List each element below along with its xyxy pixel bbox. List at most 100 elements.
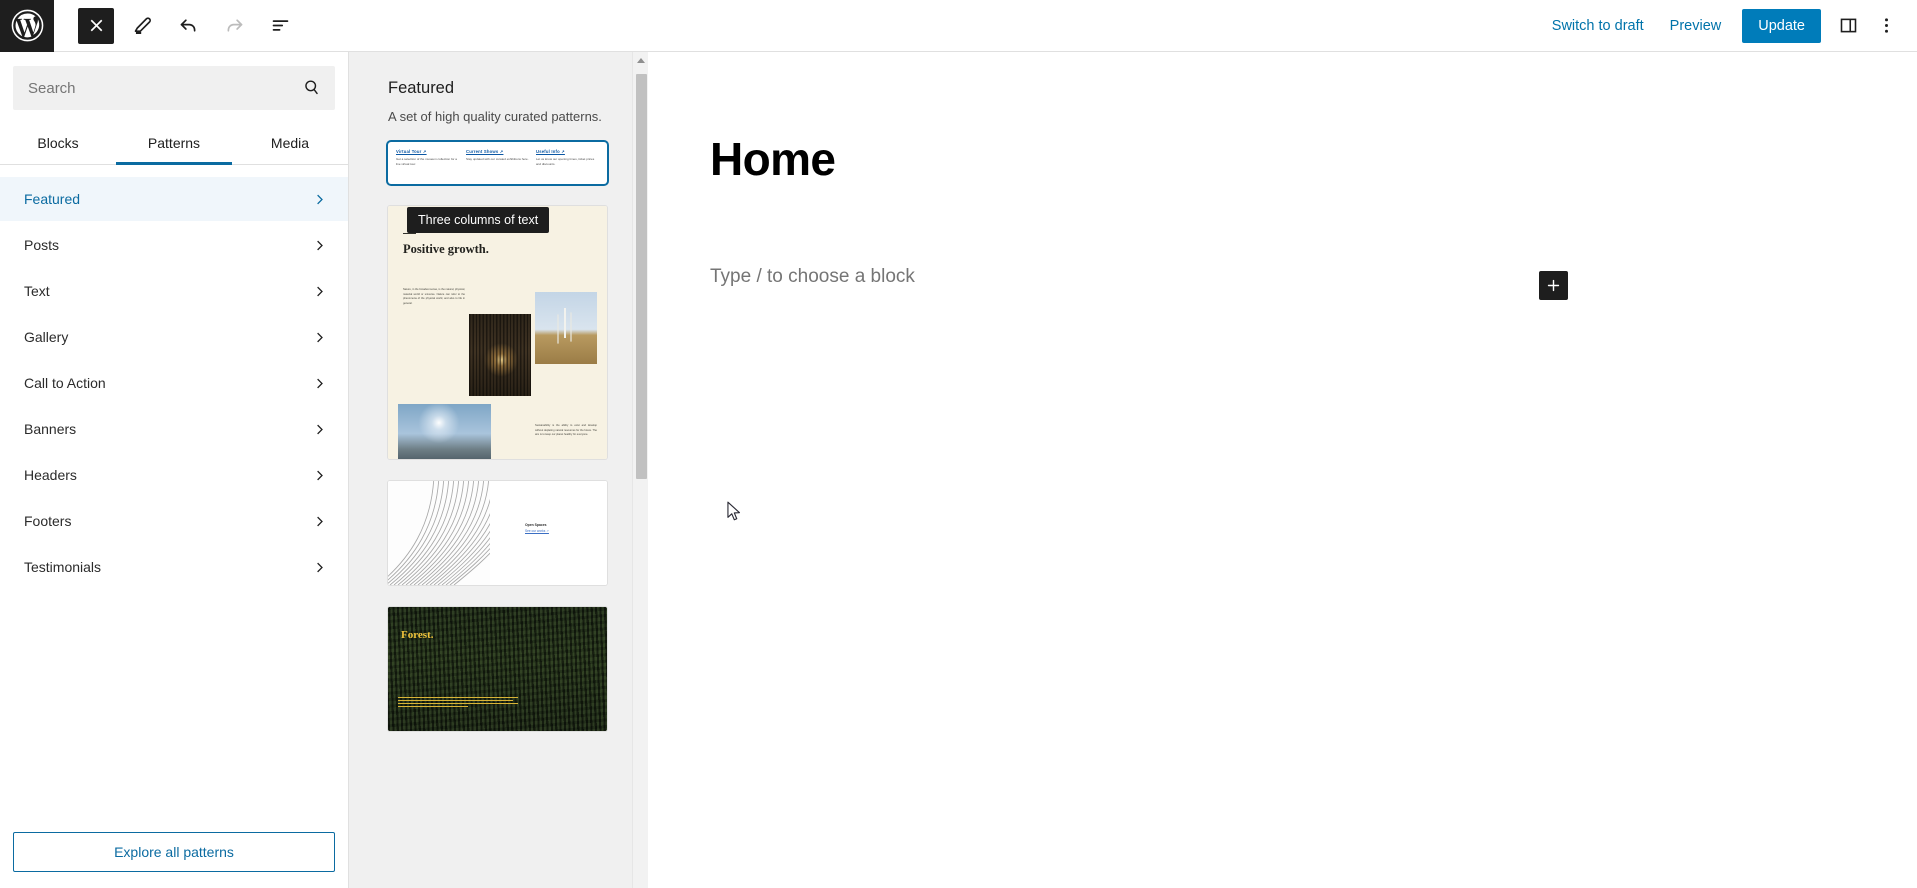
pattern-column-link: Virtual Tour ↗ (396, 149, 427, 154)
redo-button[interactable] (216, 8, 252, 44)
empty-block-placeholder[interactable]: Type / to choose a block (710, 266, 915, 288)
category-label: Banners (24, 421, 77, 437)
search-section (0, 52, 348, 110)
sidebar-toggle-icon (1840, 18, 1856, 33)
category-item-footers[interactable]: Footers (0, 499, 348, 543)
undo-icon (180, 19, 195, 32)
list-view-icon (272, 20, 288, 31)
pattern-image-abstract-curves (388, 481, 490, 585)
pattern-link: See our works ↗ (525, 529, 549, 533)
chevron-right-icon (317, 286, 323, 296)
category-item-featured[interactable]: Featured (0, 177, 348, 221)
pattern-heading: Forest. (401, 629, 434, 641)
chevron-right-icon (317, 470, 323, 480)
pattern-image-coastline (398, 404, 491, 459)
category-label: Footers (24, 513, 72, 529)
plus-icon (1547, 279, 1560, 292)
category-item-gallery[interactable]: Gallery (0, 315, 348, 359)
pattern-category-list: Featured Posts Text Gallery Call to Acti… (0, 165, 348, 820)
preview-panel-title: Featured (388, 79, 455, 97)
category-label: Text (24, 283, 50, 299)
editor-top-bar: Switch to draft Preview Update (0, 0, 1917, 52)
pattern-column: Useful Info ↗ Let us know our opening ti… (536, 149, 599, 177)
pattern-tooltip: Three columns of text (407, 207, 550, 233)
category-label: Posts (24, 237, 60, 253)
chevron-right-icon (317, 194, 323, 204)
category-label: Featured (24, 191, 81, 207)
category-label: Gallery (24, 329, 69, 345)
editor-toolbar (78, 7, 298, 44)
category-item-testimonials[interactable]: Testimonials (0, 545, 348, 589)
preview-panel-description: A set of high quality curated patterns. (388, 109, 602, 124)
pattern-card-abstract-curves-text[interactable]: Open Spaces See our works ↗ (388, 481, 607, 585)
pattern-paragraph: Nature, in the broadest sense, is the na… (403, 288, 465, 305)
add-block-button[interactable] (1539, 271, 1568, 300)
more-options-button[interactable] (1867, 7, 1905, 45)
explore-section: Explore all patterns (0, 820, 348, 888)
category-item-text[interactable]: Text (0, 269, 348, 313)
list-view-button[interactable] (262, 8, 298, 44)
close-icon (90, 19, 102, 32)
pattern-column: Current Shows ↗ Stay updated with our cu… (466, 149, 529, 177)
chevron-right-icon (317, 516, 323, 526)
pattern-card-forest-cover[interactable]: Forest. (388, 607, 607, 731)
edit-mode-button[interactable] (124, 8, 160, 44)
chevron-right-icon (317, 240, 323, 250)
pattern-card-three-columns-of-text[interactable]: Virtual Tour ↗ Get a selection of the mu… (388, 142, 607, 184)
update-button[interactable]: Update (1742, 8, 1821, 43)
pattern-text-lines (398, 697, 518, 709)
pattern-side-text: Open Spaces See our works ↗ (490, 481, 607, 585)
tab-patterns[interactable]: Patterns (116, 123, 232, 165)
pattern-column-link: Current Shows ↗ (466, 149, 504, 154)
pattern-divider (403, 233, 416, 235)
inserter-tabs: Blocks Patterns Media (0, 123, 348, 165)
wordpress-logo-icon (11, 9, 43, 42)
category-item-call-to-action[interactable]: Call to Action (0, 361, 348, 405)
pattern-image-forest (469, 314, 531, 396)
category-item-banners[interactable]: Banners (0, 407, 348, 451)
search-icon (305, 80, 318, 95)
undo-button[interactable] (170, 8, 206, 44)
tab-blocks[interactable]: Blocks (0, 123, 116, 164)
pattern-preview-panel: Featured A set of high quality curated p… (349, 52, 648, 888)
mouse-cursor (727, 501, 741, 521)
scrollbar-thumb[interactable] (636, 74, 647, 479)
category-label: Testimonials (24, 559, 102, 575)
redo-icon (227, 19, 242, 32)
tab-media[interactable]: Media (232, 123, 348, 164)
editor-canvas[interactable]: Home Type / to choose a block (648, 52, 1917, 888)
explore-all-patterns-button[interactable]: Explore all patterns (13, 832, 335, 872)
settings-sidebar-toggle-button[interactable] (1829, 7, 1867, 45)
pattern-column-text: Stay updated with our curated exhibition… (466, 157, 529, 161)
pattern-heading: Open Spaces (525, 523, 547, 527)
chevron-right-icon (317, 332, 323, 342)
pattern-column-text: Let us know our opening times, ticket pr… (536, 157, 595, 166)
chevron-right-icon (317, 562, 323, 572)
search-box[interactable] (13, 66, 335, 110)
category-label: Call to Action (24, 375, 106, 391)
pattern-column-text: Get a selection of the museum collection… (396, 157, 457, 166)
pattern-paragraph-secondary: Sustainability is the ability to exist a… (535, 424, 597, 437)
category-item-headers[interactable]: Headers (0, 453, 348, 497)
category-label: Headers (24, 467, 77, 483)
more-options-icon (1884, 18, 1888, 33)
preview-button[interactable]: Preview (1657, 10, 1735, 42)
chevron-right-icon (317, 424, 323, 434)
pattern-column-link: Useful Info ↗ (536, 149, 565, 154)
pattern-column: Virtual Tour ↗ Get a selection of the mu… (396, 149, 459, 177)
search-input[interactable] (13, 66, 335, 110)
wordpress-logo[interactable] (0, 0, 54, 52)
page-title[interactable]: Home (710, 132, 836, 186)
pattern-image-wind-turbine (535, 292, 597, 364)
pencil-icon (134, 17, 151, 34)
block-inserter-panel: Blocks Patterns Media Featured Posts Tex… (0, 52, 349, 888)
chevron-right-icon (317, 378, 323, 388)
category-item-posts[interactable]: Posts (0, 223, 348, 267)
scroll-up-arrow-icon[interactable] (637, 58, 645, 63)
switch-to-draft-button[interactable]: Switch to draft (1539, 10, 1657, 42)
pattern-card-positive-growth[interactable]: Positive growth. Nature, in the broadest… (388, 206, 607, 459)
close-inserter-button[interactable] (78, 7, 114, 44)
pattern-heading: Positive growth. (403, 242, 489, 256)
top-bar-actions: Switch to draft Preview Update (1539, 7, 1917, 45)
pattern-panel-scrollbar[interactable] (632, 52, 648, 888)
